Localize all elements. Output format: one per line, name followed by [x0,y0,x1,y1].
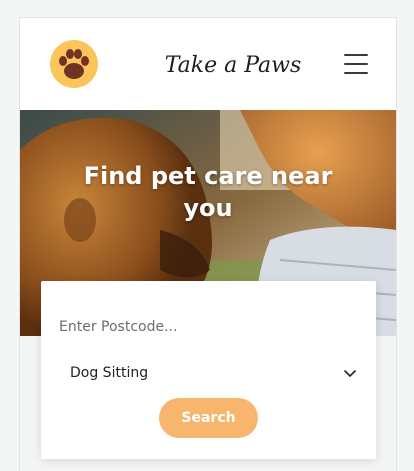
brand-logotype[interactable]: Take a Paws [163,42,303,86]
hero-title: Find pet care near you [83,162,333,222]
hamburger-menu-icon[interactable] [342,51,370,77]
site-header: Take a Paws [20,18,396,110]
paw-icon [50,40,98,88]
brand-name: Take a Paws [165,53,302,78]
page-frame: Take a Paws Find pet care near you Enter… [19,17,397,471]
logo[interactable] [50,40,98,88]
service-select[interactable]: Dog Sitting [59,357,357,389]
service-select-value: Dog Sitting [70,365,149,381]
search-card: Dog Sitting Search [41,281,376,459]
search-button[interactable]: Search [159,398,258,438]
postcode-input[interactable] [59,311,359,343]
chevron-down-icon [344,370,356,377]
